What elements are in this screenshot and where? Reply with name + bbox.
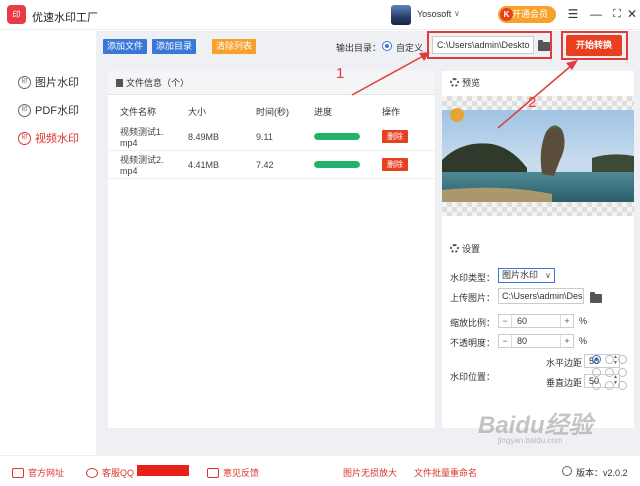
monitor-icon [12, 467, 24, 478]
annotation-step-1: 1 [336, 65, 345, 82]
website-label: 官方网址 [28, 468, 65, 478]
image-upscale-link[interactable]: 图片无损放大 [343, 466, 397, 479]
baidu-watermark: Baidu经验 [478, 412, 593, 439]
baidu-watermark-url: jingyan.baidu.com [498, 436, 563, 445]
batch-rename-link[interactable]: 文件批量重命名 [414, 466, 477, 479]
qq-support-link[interactable]: 客服QQ [86, 466, 134, 479]
feedback-link[interactable]: 意见反馈 [207, 466, 259, 479]
info-icon [562, 466, 572, 476]
feedback-label: 意见反馈 [223, 468, 260, 478]
qq-label: 客服QQ [102, 468, 135, 478]
feedback-icon [207, 467, 219, 478]
redacted-bar [137, 465, 189, 476]
footer: 官方网址 客服QQ 意见反馈 图片无损放大 文件批量重命名 版本：v2.0.2 [0, 455, 640, 486]
website-link[interactable]: 官方网址 [12, 466, 64, 479]
annotation-step-2: 2 [528, 94, 537, 111]
version-label: 版本：v2.0.2 [576, 468, 628, 478]
qq-icon [86, 467, 98, 478]
